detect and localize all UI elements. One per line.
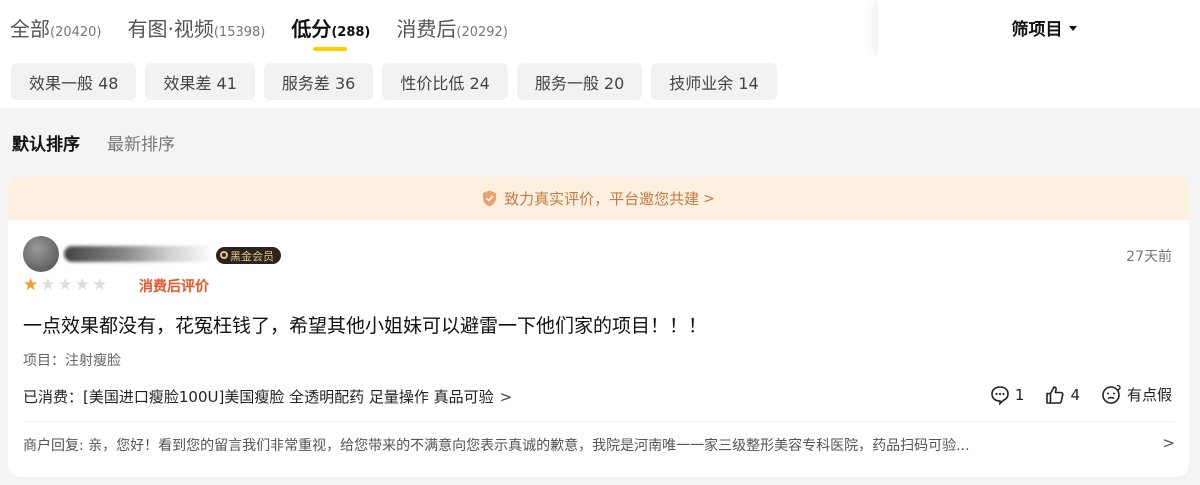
tab-photo-video[interactable]: 有图·视频 (15398) [128,13,266,42]
tag-chip[interactable]: 效果差 41 [145,63,255,100]
tab-count: (20420) [50,25,102,40]
doubtful-face-icon [1102,384,1121,404]
consumed-item-name: [美国进口瘦脸100U]美国瘦脸 全透明配药 足量操作 真品可验 [83,388,494,406]
consumed-item-link[interactable]: 已消费： [美国进口瘦脸100U]美国瘦脸 全透明配药 足量操作 真品可验 > [23,386,512,407]
chevron-right-icon: > [703,190,715,207]
banner-text: 致力真实评价，平台邀您共建 [504,190,700,208]
review-actions: 1 4 有点假 [969,384,1172,405]
tab-all[interactable]: 全部 (20420) [10,13,102,42]
tag-filter-row: 效果一般 48 效果差 41 服务差 36 性价比低 24 服务一般 20 技师… [0,55,1200,108]
like-button[interactable]: 4 [1045,385,1080,405]
comment-icon [991,385,1009,405]
star-empty-icon: ★ [74,275,90,295]
top-bar: 全部 (20420) 有图·视频 (15398) 低分 (288) 消费后 (2… [0,0,1200,55]
tab-count: (20292) [456,25,508,40]
member-badge-icon [220,251,228,259]
tag-chip[interactable]: 服务一般 20 [516,63,643,100]
tab-count: (288) [331,25,371,40]
sort-default-button[interactable]: 默认排序 [12,130,80,155]
sort-row: 默认排序 最新排序 [0,108,1200,176]
tab-after-purchase[interactable]: 消费后 (20292) [396,13,508,42]
chevron-right-icon: > [499,387,513,406]
filter-project-button[interactable]: 筛项目 [1002,15,1077,40]
review-body: 黑金会员 27天前 ★ ★ ★ ★ ★ 消费后评价 一点效果都没有，花冤枉钱了，希望其他… [8,220,1189,477]
consumed-label: 已消费： [23,388,84,406]
tab-label: 全部 [10,17,50,41]
star-empty-icon: ★ [92,275,108,295]
star-filled-icon: ★ [23,275,39,295]
username-redacted [64,246,214,262]
chevron-right-icon[interactable]: > [1162,434,1175,452]
review-tabs: 全部 (20420) 有图·视频 (15398) 低分 (288) 消费后 (2… [10,0,534,55]
tag-chip[interactable]: 性价比低 24 [382,63,508,100]
thumbs-up-icon [1046,385,1064,404]
tab-label: 低分 [291,17,332,41]
tab-low-score[interactable]: 低分 (288) [291,13,371,51]
authentic-review-banner[interactable]: 致力真实评价，平台邀您共建 > [8,177,1189,220]
review-time: 27天前 [1126,249,1172,265]
merchant-reply[interactable]: 商户回复: 亲，您好！看到您的留言我们非常重视，给您带来的不满意向您表示真诚的歉… [23,435,1158,455]
caret-down-icon [1068,26,1077,31]
sort-newest-button[interactable]: 最新排序 [107,130,175,155]
tag-chip[interactable]: 效果一般 48 [11,63,137,100]
member-badge-label: 黑金会员 [230,249,274,263]
suspicious-label: 有点假 [1126,386,1172,404]
comment-count: 1 [1014,385,1025,404]
review-project: 项目：注射瘦脸 [23,353,121,369]
post-purchase-tag: 消费后评价 [139,279,209,295]
filter-label: 筛项目 [1011,20,1063,40]
shield-icon [483,190,497,207]
divider [23,421,1174,422]
star-rating: ★ ★ ★ ★ ★ [23,276,109,294]
tab-label: 有图·视频 [127,17,214,41]
review-content: 一点效果都没有，花冤枉钱了，希望其他小姐妹可以避雷一下他们家的项目！！！ [23,315,708,337]
review-card: 致力真实评价，平台邀您共建 > 黑金会员 27天前 ★ ★ ★ ★ ★ 消费后评价 一点… [8,177,1189,477]
star-empty-icon: ★ [40,275,56,295]
tag-chip[interactable]: 技师业余 14 [651,63,777,100]
comment-button[interactable]: 1 [990,385,1025,405]
tab-label: 消费后 [396,17,457,41]
tab-count: (15398) [213,25,266,40]
filter-area: 筛项目 [878,0,1200,55]
like-count: 4 [1070,385,1080,404]
member-badge: 黑金会员 [216,247,281,264]
tag-chip[interactable]: 服务差 36 [263,63,374,100]
suspicious-button[interactable]: 有点假 [1101,384,1172,405]
avatar[interactable] [23,236,59,272]
star-empty-icon: ★ [57,275,73,295]
